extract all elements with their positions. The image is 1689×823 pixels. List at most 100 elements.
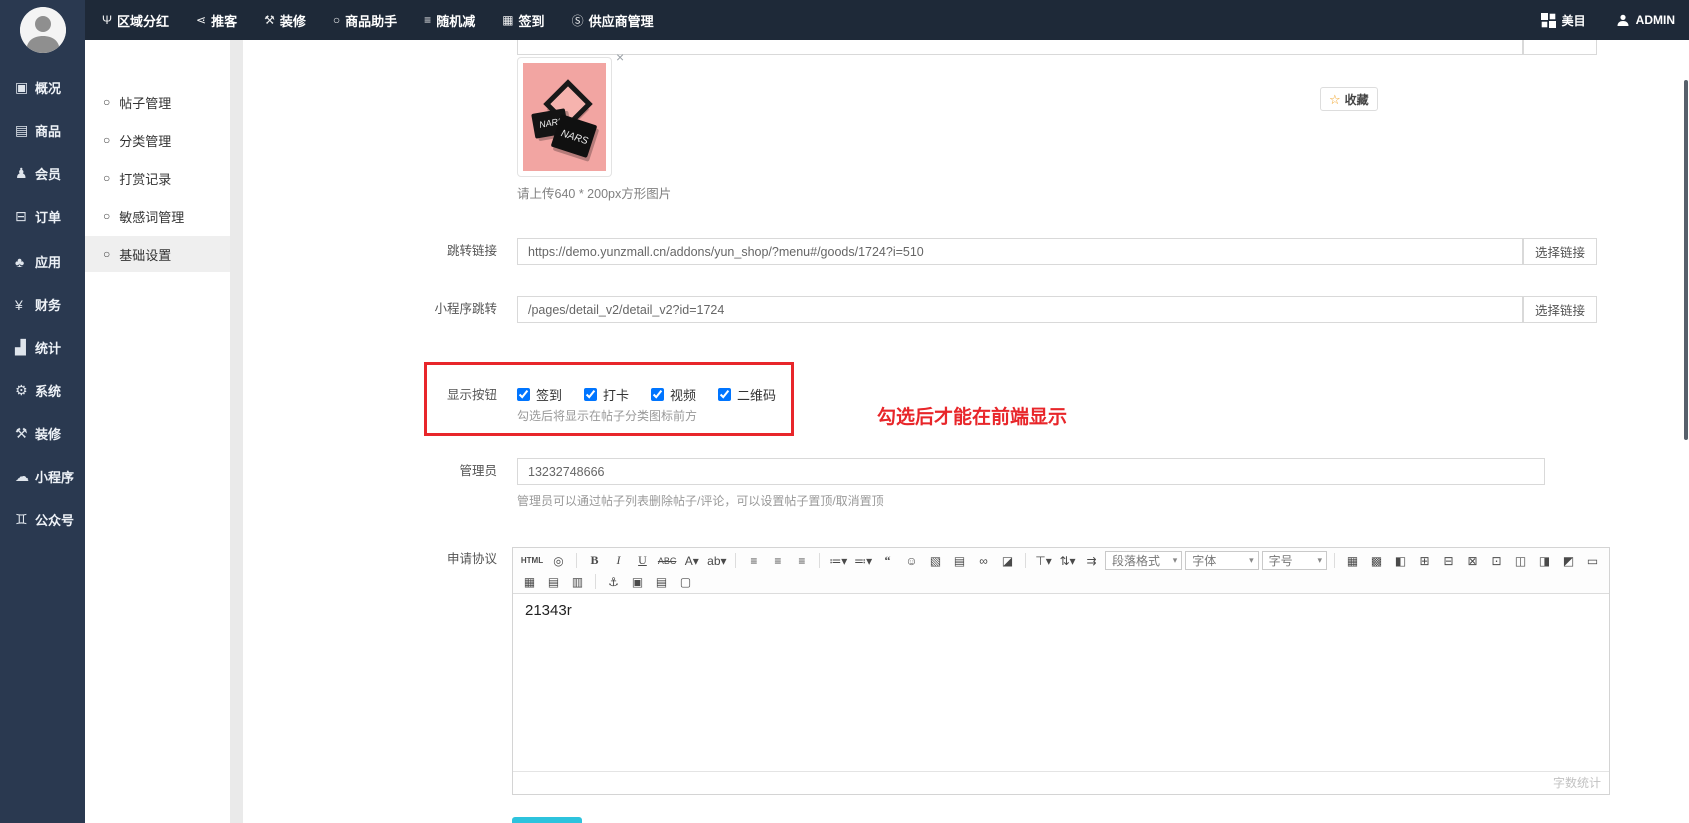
- font-size-dropdown[interactable]: 字号▾: [1262, 551, 1327, 570]
- strikethrough-icon[interactable]: ABC: [656, 552, 678, 570]
- anchor-icon[interactable]: ⚓: [603, 573, 624, 591]
- font-family-dropdown[interactable]: 字体▾: [1185, 551, 1258, 570]
- remove-image-icon[interactable]: ×: [616, 50, 624, 64]
- align-center-icon[interactable]: ≡: [767, 552, 788, 570]
- preview-icon[interactable]: ◎: [548, 552, 569, 570]
- submenu-item-reward-records[interactable]: ○打赏记录: [85, 160, 230, 196]
- dropdown-label: 字体: [1192, 552, 1216, 569]
- sidebar-item-members[interactable]: ♟会员: [0, 152, 85, 195]
- list-icon: ≡: [424, 13, 431, 27]
- submenu-label: 分类管理: [119, 131, 171, 150]
- clock-in-checkbox[interactable]: [584, 388, 597, 401]
- indent-icon[interactable]: ⇉: [1081, 552, 1102, 570]
- mini-jump-choose-button[interactable]: 选择链接: [1523, 296, 1597, 323]
- underline-icon[interactable]: U: [632, 552, 653, 570]
- avatar[interactable]: [20, 7, 66, 53]
- shop-switcher[interactable]: 美目: [1541, 12, 1586, 29]
- sidebar-item-goods[interactable]: ▤商品: [0, 109, 85, 152]
- jump-link-input[interactable]: [517, 238, 1523, 265]
- insert-video-icon[interactable]: ▤: [949, 552, 970, 570]
- align-right-icon[interactable]: ≡: [791, 552, 812, 570]
- sidebar-item-apps[interactable]: ♣应用: [0, 240, 85, 283]
- insert-table-icon[interactable]: ▦: [1342, 552, 1363, 570]
- delete-col-icon[interactable]: ⊡: [1486, 552, 1507, 570]
- admin-account[interactable]: ADMIN: [1616, 13, 1675, 27]
- nav-item-decorate[interactable]: ⚒ 装修: [264, 11, 306, 30]
- nav-label: 签到: [519, 11, 545, 30]
- highlight-icon[interactable]: ab▾: [705, 552, 728, 570]
- eraser-icon[interactable]: ◪: [997, 552, 1018, 570]
- submenu-item-category-management[interactable]: ○分类管理: [85, 122, 230, 158]
- checkbox-video[interactable]: 视频: [651, 385, 696, 404]
- submenu-item-post-management[interactable]: ○帖子管理: [85, 84, 230, 120]
- line-height-icon[interactable]: ⇅▾: [1057, 552, 1078, 570]
- page-break-icon[interactable]: ▣: [627, 573, 648, 591]
- print-icon[interactable]: ▤: [651, 573, 672, 591]
- align-left-icon[interactable]: ≡: [743, 552, 764, 570]
- table-props-icon[interactable]: ▩: [1366, 552, 1387, 570]
- paste-icon[interactable]: ▢: [675, 573, 696, 591]
- table-stripe-icon[interactable]: ▤: [543, 573, 564, 591]
- nav-item-goods-helper[interactable]: ○ 商品助手: [333, 11, 397, 30]
- sidebar-item-miniprogram[interactable]: ☁小程序: [0, 455, 85, 498]
- sidebar-item-statistics[interactable]: ▟统计: [0, 326, 85, 369]
- previous-link-button-partial[interactable]: [1523, 40, 1597, 55]
- jump-link-choose-button[interactable]: 选择链接: [1523, 238, 1597, 265]
- mini-jump-input[interactable]: [517, 296, 1523, 323]
- sidebar-item-label: 订单: [35, 207, 61, 226]
- editor-content[interactable]: 21343r: [513, 594, 1609, 771]
- fullscreen-icon[interactable]: ▭: [1582, 552, 1603, 570]
- bullet-icon: ○: [103, 210, 110, 222]
- scrollbar-thumb[interactable]: [1684, 80, 1688, 440]
- table-border-icon[interactable]: ▥: [567, 573, 588, 591]
- insert-link-icon[interactable]: ∞: [973, 552, 994, 570]
- insert-row-icon[interactable]: ⊞: [1414, 552, 1435, 570]
- table-style-icon[interactable]: ▦: [519, 573, 540, 591]
- nav-item-promoter[interactable]: ⋖ 推客: [196, 11, 237, 30]
- split-cell-horizontal-icon[interactable]: ◨: [1534, 552, 1555, 570]
- sidebar-item-label: 统计: [35, 338, 61, 357]
- sidebar-item-orders[interactable]: ⊟订单: [0, 195, 85, 238]
- blockquote-icon[interactable]: “: [877, 552, 898, 570]
- checkbox-qrcode[interactable]: 二维码: [718, 385, 776, 404]
- checkin-checkbox[interactable]: [517, 388, 530, 401]
- favorite-button[interactable]: ☆ 收藏: [1320, 87, 1378, 111]
- admin-input[interactable]: [517, 458, 1545, 485]
- delete-row-icon[interactable]: ⊟: [1438, 552, 1459, 570]
- nav-item-supplier-management[interactable]: Ⓢ 供应商管理: [572, 11, 654, 30]
- bullet-icon: ○: [103, 96, 110, 108]
- nav-item-random-discount[interactable]: ≡ 随机减: [424, 11, 475, 30]
- user-icon: [1616, 13, 1630, 27]
- checkbox-checkin[interactable]: 签到: [517, 385, 562, 404]
- submenu-item-sensitive-words[interactable]: ○敏感词管理: [85, 198, 230, 234]
- nav-item-region-dividend[interactable]: Ψ 区域分红: [102, 11, 169, 30]
- video-checkbox[interactable]: [651, 388, 664, 401]
- italic-icon[interactable]: I: [608, 552, 629, 570]
- ordered-list-icon[interactable]: ≔▾: [827, 552, 849, 570]
- checkbox-clock-in[interactable]: 打卡: [584, 385, 629, 404]
- font-color-icon[interactable]: A▾: [681, 552, 702, 570]
- split-cell-vertical-icon[interactable]: ◩: [1558, 552, 1579, 570]
- bold-icon[interactable]: B: [584, 552, 605, 570]
- uploaded-image-thumbnail[interactable]: NARS NARS: [517, 57, 612, 177]
- nav-label: 推客: [211, 11, 237, 30]
- sidebar-item-official-account[interactable]: ♊公众号: [0, 498, 85, 541]
- merge-cells-icon[interactable]: ◫: [1510, 552, 1531, 570]
- sidebar-item-overview[interactable]: ▣概况: [0, 66, 85, 109]
- submenu-item-basic-settings[interactable]: ○基础设置: [85, 236, 230, 272]
- unordered-list-icon[interactable]: ≕▾: [852, 552, 874, 570]
- sidebar-item-finance[interactable]: ¥财务: [0, 283, 85, 326]
- insert-col-icon[interactable]: ⊠: [1462, 552, 1483, 570]
- submit-button-partial[interactable]: [512, 817, 582, 823]
- sidebar-item-decorate[interactable]: ⚒装修: [0, 412, 85, 455]
- insert-image-icon[interactable]: ▧: [925, 552, 946, 570]
- html-source-icon[interactable]: HTML: [519, 552, 545, 570]
- emoji-icon[interactable]: ☺: [901, 552, 922, 570]
- nav-item-checkin[interactable]: ▦ 签到: [502, 11, 544, 30]
- qrcode-checkbox[interactable]: [718, 388, 731, 401]
- previous-link-input-partial[interactable]: [517, 40, 1523, 55]
- vertical-align-icon[interactable]: ⊤▾: [1033, 552, 1054, 570]
- paragraph-format-dropdown[interactable]: 段落格式▾: [1105, 551, 1182, 570]
- sidebar-item-system[interactable]: ⚙系统: [0, 369, 85, 412]
- table-header-icon[interactable]: ◧: [1390, 552, 1411, 570]
